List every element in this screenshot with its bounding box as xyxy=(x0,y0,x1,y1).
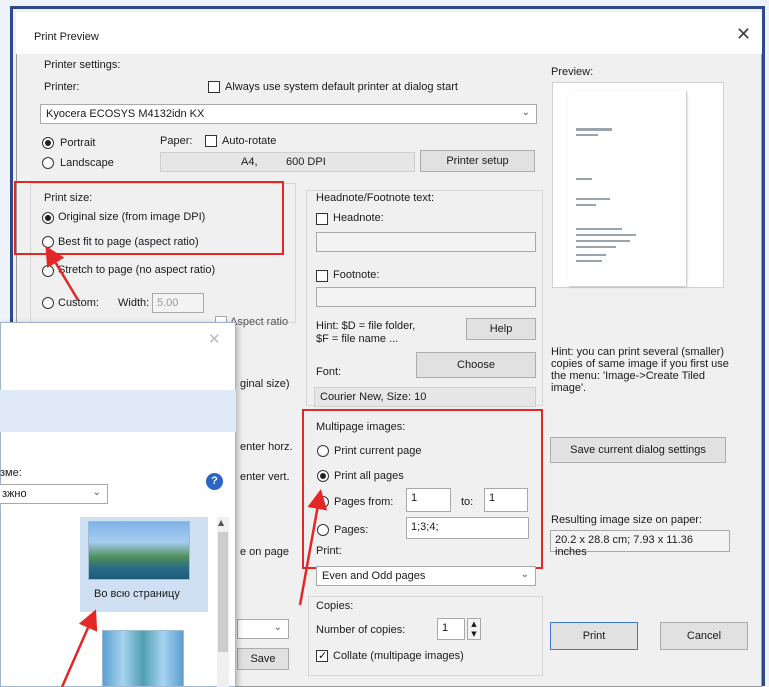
arrow-to-original-size xyxy=(45,245,80,301)
annotation-arrows xyxy=(45,245,328,687)
arrow-to-thumbnail xyxy=(60,609,98,687)
arrow-to-pages-from xyxy=(298,489,328,606)
